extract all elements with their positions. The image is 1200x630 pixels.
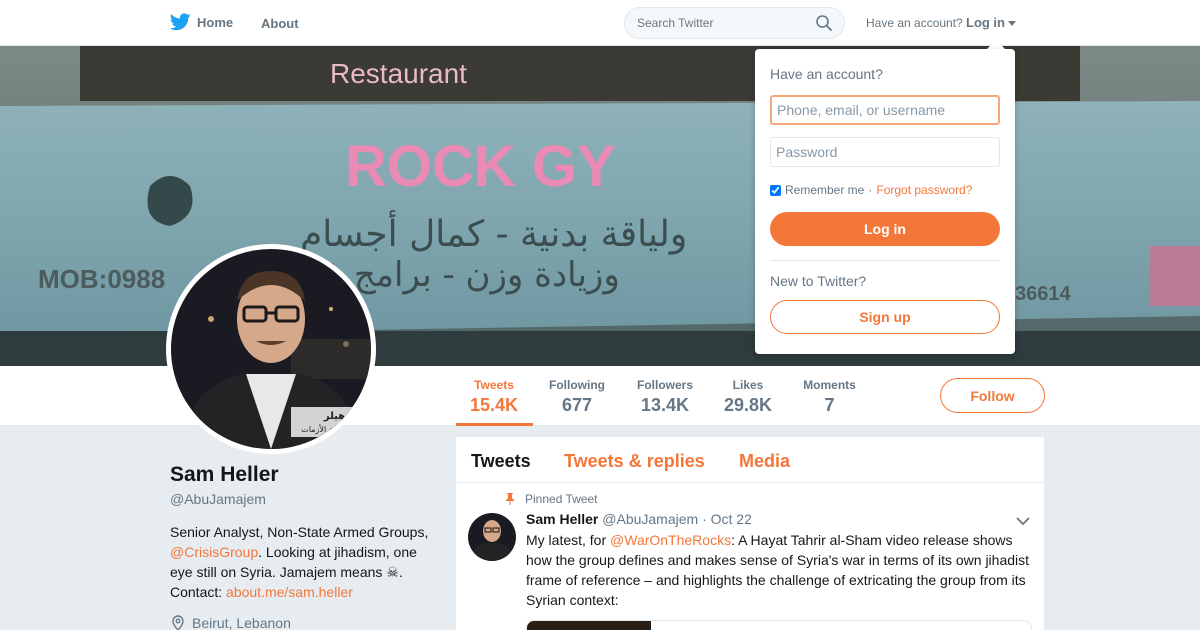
login-button[interactable]: Log in [770, 212, 1000, 246]
tweet-avatar-image [468, 513, 516, 561]
new-to-twitter-label: New to Twitter? [770, 273, 867, 289]
tweet-text-1: My latest, for [526, 532, 611, 548]
banner-restaurant-text: Restaurant [330, 58, 467, 89]
login-dropdown-toggle[interactable]: Log in [966, 15, 1005, 30]
banner-phone-text: MOB:0988 [38, 264, 165, 294]
remember-separator: · [868, 183, 873, 197]
follow-button[interactable]: Follow [940, 378, 1045, 413]
tweet-header: Sam Heller @AbuJamajem · Oct 22 [526, 511, 752, 527]
timeline-tabs: Tweets Tweets & replies Media [456, 437, 1044, 483]
stat-tweets-value: 15.4K [470, 395, 519, 415]
username-input[interactable] [770, 95, 1000, 125]
dropdown-arrow [987, 40, 1005, 49]
profile-name[interactable]: Sam Heller [170, 463, 279, 487]
stat-likes-label: Likes [732, 378, 764, 392]
bio-text-1: Senior Analyst, Non-State Armed Groups, [170, 524, 429, 540]
bio-link-crisisgroup[interactable]: @CrisisGroup [170, 544, 258, 560]
nav-about-link[interactable]: About [261, 16, 299, 31]
nav-home-label: Home [197, 14, 234, 30]
banner-arabic-1: ولياقة بدنية - كمال أجسام [300, 210, 687, 255]
timeline: Tweets Tweets & replies Media Pinned Twe… [456, 437, 1044, 630]
top-nav: Home About Have an account? Log in [0, 0, 1200, 46]
stat-followers[interactable]: Followers 13.4K [636, 378, 694, 416]
stat-moments-label: Moments [803, 378, 856, 392]
pin-icon [506, 493, 514, 505]
password-input[interactable] [770, 137, 1000, 167]
bio-link-aboutme[interactable]: about.me/sam.heller [226, 584, 353, 600]
remember-me-checkbox[interactable] [770, 184, 781, 196]
tab-tweets-replies[interactable]: Tweets & replies [564, 451, 705, 472]
tweet-author-name[interactable]: Sam Heller [526, 511, 598, 527]
tweet-mention-link[interactable]: @WarOnTheRocks [610, 532, 731, 548]
have-account-label: Have an account? [866, 16, 963, 30]
profile-avatar[interactable]: م هيلر مجموعة الأزمات [166, 244, 376, 454]
skull-emoji-icon: ☠ [386, 564, 399, 580]
tweet-link-card[interactable] [526, 620, 1032, 630]
pinned-tweet-label: Pinned Tweet [525, 492, 598, 506]
profile-handle[interactable]: @AbuJamajem [170, 491, 266, 507]
forgot-password-link[interactable]: Forgot password? [876, 183, 972, 197]
avatar-image: م هيلر مجموعة الأزمات [171, 249, 371, 449]
stat-likes[interactable]: Likes 29.8K [724, 378, 772, 416]
location-label: Beirut, Lebanon [192, 615, 291, 630]
tab-media[interactable]: Media [739, 451, 790, 472]
stat-moments[interactable]: Moments 7 [802, 378, 857, 416]
nav-home-link[interactable]: Home [170, 13, 233, 31]
tab-tweets[interactable]: Tweets [471, 451, 531, 472]
login-dropdown: Have an account? Remember me · Forgot pa… [755, 49, 1015, 354]
banner-right-number: 36614 [1015, 283, 1071, 305]
profile-bio: Senior Analyst, Non-State Armed Groups, … [170, 522, 440, 602]
tweet-text: My latest, for @WarOnTheRocks: A Hayat T… [526, 530, 1036, 610]
active-tab-indicator [456, 423, 533, 426]
search-input[interactable] [624, 7, 845, 39]
stat-tweets-label: Tweets [474, 378, 514, 392]
remember-me-label[interactable]: Remember me [785, 183, 864, 197]
search-icon[interactable] [815, 14, 833, 32]
stat-moments-value: 7 [824, 395, 835, 415]
dropdown-title: Have an account? [770, 66, 883, 82]
twitter-bird-icon [170, 13, 191, 31]
tweet-date[interactable]: · Oct 22 [702, 511, 752, 527]
stat-tweets[interactable]: Tweets 15.4K [470, 378, 518, 416]
stat-likes-value: 29.8K [724, 395, 773, 415]
profile-location: Beirut, Lebanon [170, 615, 291, 630]
chevron-down-icon[interactable] [1016, 516, 1030, 526]
signup-button[interactable]: Sign up [770, 300, 1000, 334]
stat-following-label: Following [549, 378, 605, 392]
stat-followers-value: 13.4K [640, 395, 690, 415]
location-icon [172, 615, 184, 630]
banner-gym-text: ROCK GY [345, 134, 616, 199]
tweet-author-handle[interactable]: @AbuJamajem [602, 511, 698, 527]
tweet-avatar[interactable] [468, 513, 516, 561]
tweet-card-image [527, 621, 651, 630]
caret-down-icon[interactable] [1008, 21, 1016, 26]
stat-followers-label: Followers [636, 378, 693, 392]
stat-following[interactable]: Following 677 [548, 378, 606, 416]
stat-following-value: 677 [561, 395, 593, 415]
dropdown-divider [770, 260, 1000, 261]
remember-me-row: Remember me · Forgot password? [770, 183, 972, 197]
